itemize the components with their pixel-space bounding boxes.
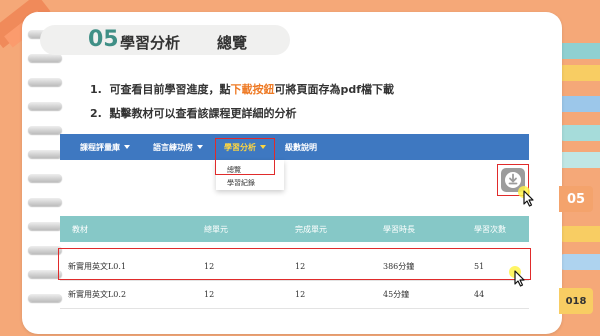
highlight-box-row [58,248,531,280]
section-number: 05 [88,27,119,52]
step-index: 1. [90,83,102,96]
step-text-after: 可將頁面存為pdf檔下載 [274,83,395,96]
table-cell: 45分鐘 [383,289,410,299]
binder-ring [28,222,62,230]
binder-ring [28,150,62,158]
binder-ring [28,54,62,62]
chapter-tab: 05 [559,186,593,212]
click-cursor-icon [509,266,525,287]
step-text: 點擊教材可以查看該課程更詳細的分析 [109,107,297,120]
table-row[interactable]: 新實用英文L0.2 12 12 45分鐘 44 [60,280,529,309]
instruction-step-1: 1. 可查看目前學習進度，點下載按鈕可將頁面存為pdf檔下載 [90,81,394,97]
side-tab-teal-2 [560,125,600,141]
highlight-box-nav [215,138,275,175]
binder-ring [28,270,62,278]
binder-ring [28,246,62,254]
binder-ring [28,174,62,182]
binder-ring [28,78,62,86]
nav-label: 課程評量庫 [80,142,120,152]
nav-label: 語言練功房 [153,142,193,152]
step-text: 可查看目前學習進度，點 [109,83,231,96]
nav-bar: 課程評量庫 語言練功房 學習分析 級數說明 [60,134,529,160]
step-highlight: 下載按鈕 [230,83,275,96]
table-cell-material[interactable]: 新實用英文L0.2 [68,280,126,308]
binder-ring [28,294,62,302]
chevron-down-icon [197,145,203,149]
table-cell: 12 [204,289,215,299]
table-cell: 44 [474,289,485,299]
nav-item-language-practice[interactable]: 語言練功房 [153,134,203,160]
side-tab-yellow-2 [560,226,600,242]
chevron-down-icon [124,145,130,149]
step-index: 2. [90,107,102,120]
section-title: 學習分析 [120,34,181,52]
dropdown-item-learning-record[interactable]: 學習紀錄 [227,178,255,188]
side-tab-teal-light [556,152,600,168]
binder-ring [28,102,62,110]
column-header: 學習時長 [383,224,415,234]
instruction-step-2: 2. 點擊教材可以查看該課程更詳細的分析 [90,105,297,121]
column-header: 總單元 [204,224,228,234]
section-subtitle: 總覽 [217,34,248,52]
column-header: 學習次數 [474,224,506,234]
binder-ring [28,198,62,206]
page-number-tab: 018 [559,288,593,314]
nav-item-course-assessment[interactable]: 課程評量庫 [80,134,130,160]
nav-label: 級數說明 [285,142,317,152]
binder-ring [28,126,62,134]
side-tab-blue-2 [560,254,600,270]
table-cell: 12 [295,289,306,299]
table-header: 教材 總單元 完成單元 學習時長 學習次數 [60,216,529,242]
column-header: 教材 [72,224,88,234]
side-tab-yellow [558,65,600,81]
side-tab-blue [558,96,600,112]
column-header: 完成單元 [295,224,327,234]
click-cursor-icon [518,186,534,207]
nav-item-level-description[interactable]: 級數說明 [285,134,317,160]
